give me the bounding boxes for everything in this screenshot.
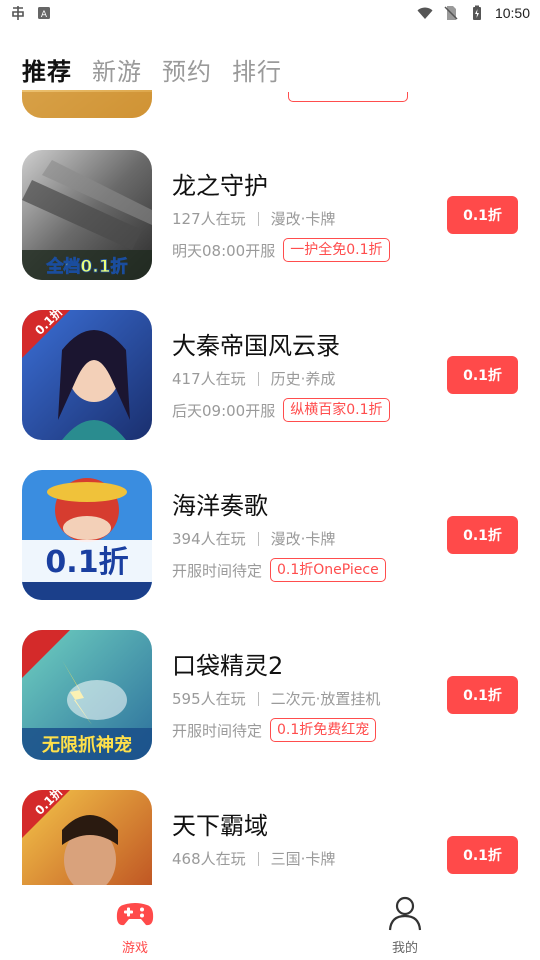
discount-button[interactable]: 0.1折 [447, 356, 518, 394]
promo-tag: 纵横百家0.1折 [283, 398, 390, 422]
divider [257, 691, 259, 706]
player-count: 127人在玩 [172, 210, 246, 228]
player-count: 468人在玩 [172, 850, 246, 868]
game-title[interactable]: 海洋奏歌 [172, 486, 268, 521]
discount-button[interactable]: 0.1折 [447, 676, 518, 714]
list-item[interactable]: 0.1折 海洋奏歌 394人在玩 漫改·卡牌 开服时间待定 0.1折OnePie… [0, 470, 540, 630]
game-meta: 394人在玩 漫改·卡牌 [172, 528, 335, 549]
status-bar: A 10:50 [0, 0, 540, 26]
divider [257, 371, 259, 386]
player-count: 417人在玩 [172, 370, 246, 388]
nav-games[interactable]: 游戏 [0, 885, 270, 960]
game-genre: 漫改·卡牌 [270, 530, 336, 548]
svg-text:A: A [41, 10, 48, 20]
player-count: 595人在玩 [172, 690, 246, 708]
discount-button[interactable]: 0.1折 [447, 836, 518, 874]
partial-game-thumbnail[interactable] [22, 90, 152, 118]
game-thumbnail[interactable]: 0.1折 [22, 470, 152, 600]
game-meta: 468人在玩 三国·卡牌 [172, 848, 335, 869]
server-open-time: 明天08:00开服 [172, 241, 276, 260]
battery-charging-icon [472, 5, 481, 20]
gamepad-icon [116, 903, 154, 926]
clock: 10:50 [494, 5, 530, 21]
game-meta: 595人在玩 二次元·放置挂机 [172, 688, 380, 709]
list-item[interactable]: 0.1折 大秦帝国风云录 417人在玩 历史·养成 后天09:00开服 纵横百家… [0, 310, 540, 470]
server-open-time: 开服时间待定 [172, 561, 263, 580]
game-title[interactable]: 天下霸域 [172, 806, 268, 841]
list-item[interactable]: 0.1折 天下霸域 468人在玩 三国·卡牌 0.1折 [0, 790, 540, 885]
game-genre: 历史·养成 [270, 370, 336, 388]
divider [257, 851, 259, 866]
svg-text:全档0.1折: 全档0.1折 [45, 256, 127, 277]
divider [257, 531, 259, 546]
app-notification-icon [12, 6, 24, 20]
game-genre: 二次元·放置挂机 [270, 690, 381, 708]
user-icon [388, 896, 422, 931]
game-meta: 127人在玩 漫改·卡牌 [172, 208, 335, 229]
nav-label: 我的 [391, 941, 418, 956]
promo-tag: 0.1折OnePiece [270, 558, 386, 582]
promo-tag: 0.1折免费红宠 [270, 718, 377, 742]
game-title[interactable]: 大秦帝国风云录 [172, 326, 340, 361]
no-sim-icon [444, 6, 458, 20]
game-genre: 三国·卡牌 [270, 850, 336, 868]
game-title[interactable]: 龙之守护 [172, 166, 268, 201]
list-item[interactable]: 全档0.1折 龙之守护 127人在玩 漫改·卡牌 明天08:00开服 一护全免0… [0, 150, 540, 310]
wifi-icon [417, 7, 433, 19]
game-title[interactable]: 口袋精灵2 [172, 646, 283, 681]
promo-tag: 一护全免0.1折 [283, 238, 390, 262]
nav-label: 游戏 [121, 941, 148, 956]
game-meta: 417人在玩 历史·养成 [172, 368, 335, 389]
keyboard-icon: A [38, 7, 50, 20]
list-item[interactable]: 无限抓神宠 口袋精灵2 595人在玩 二次元·放置挂机 开服时间待定 0.1折免… [0, 630, 540, 790]
discount-button[interactable]: 0.1折 [447, 516, 518, 554]
svg-text:0.1折: 0.1折 [45, 545, 128, 580]
nav-profile[interactable]: 我的 [270, 885, 540, 960]
player-count: 394人在玩 [172, 530, 246, 548]
server-open-time: 后天09:00开服 [172, 401, 276, 420]
bottom-navigation: 游戏 我的 [0, 885, 540, 960]
game-thumbnail[interactable]: 全档0.1折 [22, 150, 152, 280]
svg-text:无限抓神宠: 无限抓神宠 [42, 734, 132, 756]
server-open-time: 开服时间待定 [172, 721, 263, 740]
game-thumbnail[interactable]: 无限抓神宠 [22, 630, 152, 760]
divider [257, 211, 259, 226]
game-genre: 漫改·卡牌 [270, 210, 336, 228]
game-list[interactable]: 全档0.1折 龙之守护 127人在玩 漫改·卡牌 明天08:00开服 一护全免0… [0, 90, 540, 885]
game-thumbnail[interactable]: 0.1折 [22, 310, 152, 440]
discount-button[interactable]: 0.1折 [447, 196, 518, 234]
partial-game-tag [288, 92, 408, 102]
game-thumbnail[interactable]: 0.1折 [22, 790, 152, 885]
